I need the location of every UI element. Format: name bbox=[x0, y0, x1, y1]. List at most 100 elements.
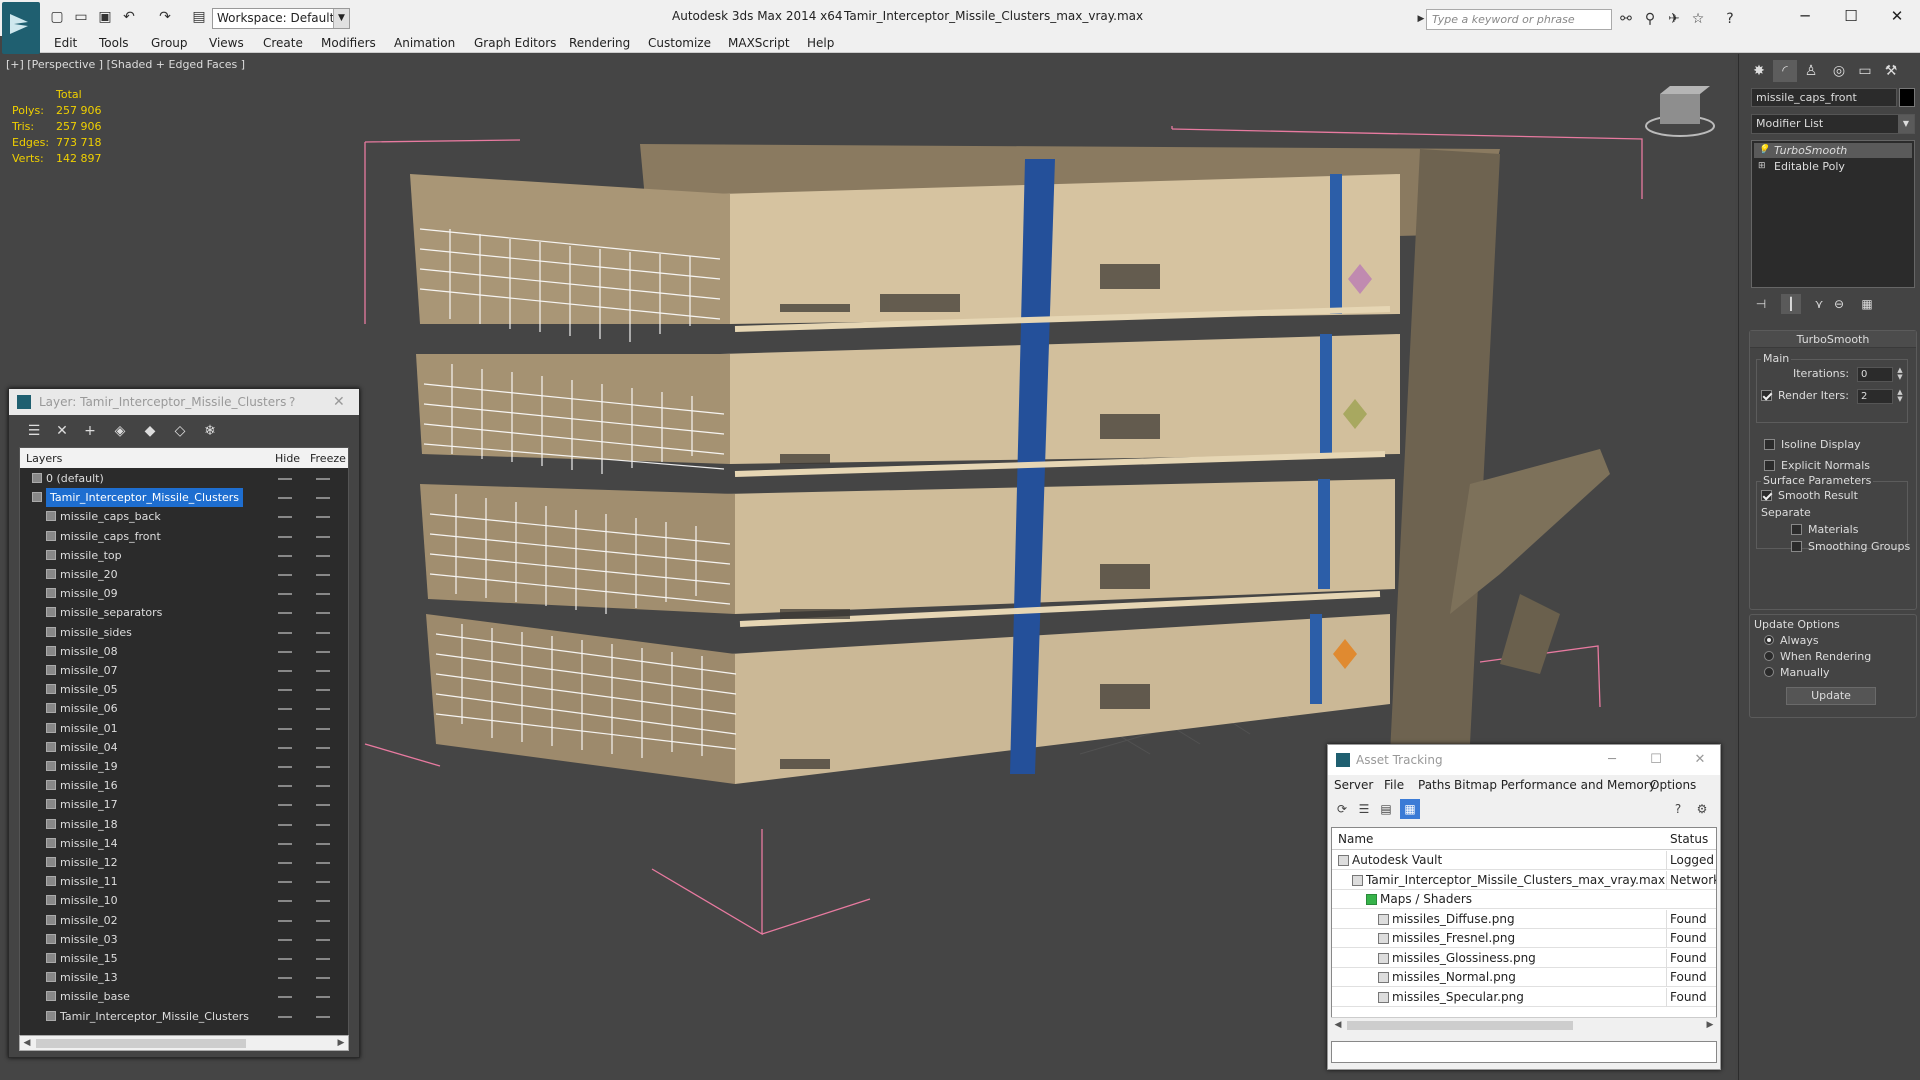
freeze-toggle[interactable] bbox=[316, 497, 330, 500]
menu-paths[interactable]: Paths bbox=[1418, 778, 1451, 792]
hide-toggle[interactable] bbox=[278, 938, 292, 941]
column-hide[interactable]: Hide bbox=[275, 452, 300, 465]
smooth-result-checkbox[interactable] bbox=[1761, 490, 1772, 501]
show-end-result-icon[interactable]: ┃ bbox=[1781, 294, 1801, 314]
favorites-star-icon[interactable]: ☆ bbox=[1688, 9, 1708, 29]
asset-horizontal-scrollbar[interactable]: ◀ ▶ bbox=[1331, 1017, 1717, 1033]
materials-checkbox[interactable] bbox=[1791, 524, 1802, 535]
layer-row[interactable]: missile_02 bbox=[20, 911, 348, 930]
spinner-arrows-icon[interactable]: ▲ ▼ bbox=[1895, 367, 1905, 382]
maximize-button[interactable]: ☐ bbox=[1634, 745, 1678, 775]
freeze-toggle[interactable] bbox=[316, 938, 330, 941]
layer-row[interactable]: missile_09 bbox=[20, 584, 348, 603]
stack-item-editable-poly[interactable]: ⊞ Editable Poly bbox=[1754, 159, 1912, 174]
layer-row[interactable]: missile_top bbox=[20, 546, 348, 565]
hide-toggle[interactable] bbox=[278, 593, 292, 596]
menu-help[interactable]: Help bbox=[807, 36, 834, 50]
layer-row[interactable]: Tamir_Interceptor_Missile_Clusters bbox=[20, 1007, 348, 1026]
viewcube[interactable] bbox=[1645, 86, 1715, 137]
hide-toggle[interactable] bbox=[278, 554, 292, 557]
column-status[interactable]: Status bbox=[1670, 832, 1708, 846]
freeze-toggle[interactable] bbox=[316, 842, 330, 845]
render-iters-row[interactable]: Render Iters: bbox=[1761, 388, 1849, 404]
layers-horizontal-scrollbar[interactable]: ◀ ▶ bbox=[19, 1035, 349, 1051]
freeze-toggle[interactable] bbox=[316, 804, 330, 807]
list-view-icon[interactable]: ☰ bbox=[1354, 799, 1374, 819]
hide-toggle[interactable] bbox=[278, 1015, 292, 1018]
always-radio-row[interactable]: Always bbox=[1764, 633, 1819, 649]
asset-row[interactable]: Autodesk Vault Logged Out bbox=[1332, 851, 1716, 870]
subscription-icon[interactable]: ⚲ bbox=[1640, 9, 1660, 29]
open-file-icon[interactable]: ▭ bbox=[72, 8, 90, 26]
table-view-icon[interactable]: ▦ bbox=[1400, 799, 1420, 819]
menu-maxscript[interactable]: MAXScript bbox=[728, 36, 790, 50]
spinner-arrows-icon[interactable]: ▲ ▼ bbox=[1895, 389, 1905, 404]
stack-item-turbosmooth[interactable]: 💡 TurboSmooth bbox=[1754, 143, 1912, 158]
freeze-toggle[interactable] bbox=[316, 746, 330, 749]
smoothing-groups-row[interactable]: Smoothing Groups bbox=[1791, 539, 1910, 555]
layer-row[interactable]: missile_03 bbox=[20, 930, 348, 949]
delete-layer-icon[interactable]: ✕ bbox=[51, 421, 73, 441]
new-layer-icon[interactable]: ☰ bbox=[23, 421, 45, 441]
explicit-normals-checkbox[interactable] bbox=[1764, 460, 1775, 471]
hide-toggle[interactable] bbox=[278, 919, 292, 922]
asset-row[interactable]: missiles_Normal.png Found bbox=[1332, 968, 1716, 987]
asset-row[interactable]: missiles_Glossiness.png Found bbox=[1332, 948, 1716, 968]
isoline-display-checkbox[interactable] bbox=[1764, 439, 1775, 450]
menu-edit[interactable]: Edit bbox=[54, 36, 77, 50]
manually-radio-row[interactable]: Manually bbox=[1764, 665, 1830, 681]
settings-icon[interactable]: ⚙ bbox=[1692, 799, 1712, 819]
isoline-display-row[interactable]: Isoline Display bbox=[1764, 437, 1861, 453]
layer-row[interactable]: missile_13 bbox=[20, 968, 348, 987]
minimize-button[interactable]: ─ bbox=[1782, 4, 1828, 28]
close-button[interactable]: ✕ bbox=[1678, 745, 1722, 775]
hide-toggle[interactable] bbox=[278, 746, 292, 749]
asset-row[interactable]: missiles_Fresnel.png Found bbox=[1332, 929, 1716, 948]
freeze-toggle[interactable] bbox=[316, 977, 330, 980]
freeze-toggle[interactable] bbox=[316, 689, 330, 692]
menu-tools[interactable]: Tools bbox=[99, 36, 129, 50]
menu-graph-editors[interactable]: Graph Editors bbox=[474, 36, 556, 50]
save-file-icon[interactable]: ▣ bbox=[96, 8, 114, 26]
hide-toggle[interactable] bbox=[278, 497, 292, 500]
freeze-all-layers-icon[interactable]: ❄ bbox=[199, 421, 221, 441]
freeze-toggle[interactable] bbox=[316, 727, 330, 730]
layer-row[interactable]: missile_18 bbox=[20, 815, 348, 834]
hide-toggle[interactable] bbox=[278, 977, 292, 980]
layer-row[interactable]: missile_05 bbox=[20, 680, 348, 699]
hide-toggle[interactable] bbox=[278, 996, 292, 999]
freeze-toggle[interactable] bbox=[316, 554, 330, 557]
object-name-field[interactable]: missile_caps_front bbox=[1751, 88, 1897, 107]
explicit-normals-row[interactable]: Explicit Normals bbox=[1764, 458, 1870, 474]
freeze-toggle[interactable] bbox=[316, 516, 330, 519]
menu-modifiers[interactable]: Modifiers bbox=[321, 36, 376, 50]
render-iters-spinner[interactable]: 2 bbox=[1857, 389, 1893, 404]
freeze-toggle[interactable] bbox=[316, 996, 330, 999]
when-rendering-radio[interactable] bbox=[1764, 651, 1774, 661]
modify-tab-icon[interactable]: ◜ bbox=[1773, 60, 1797, 82]
hide-toggle[interactable] bbox=[278, 804, 292, 807]
layer-row[interactable]: missile_15 bbox=[20, 949, 348, 968]
hide-toggle[interactable] bbox=[278, 708, 292, 711]
layer-row[interactable]: missile_19 bbox=[20, 757, 348, 776]
manually-radio[interactable] bbox=[1764, 667, 1774, 677]
redo-icon[interactable]: ↷ bbox=[156, 8, 174, 26]
hide-toggle[interactable] bbox=[278, 766, 292, 768]
freeze-toggle[interactable] bbox=[316, 1015, 330, 1018]
help-icon[interactable]: ? bbox=[1720, 9, 1740, 29]
help-icon[interactable]: ? bbox=[1668, 799, 1688, 819]
freeze-toggle[interactable] bbox=[316, 574, 330, 576]
menu-file[interactable]: File bbox=[1384, 778, 1404, 792]
freeze-toggle[interactable] bbox=[316, 612, 330, 615]
layer-row[interactable]: missile_17 bbox=[20, 795, 348, 814]
layer-row[interactable]: 0 (default) bbox=[20, 469, 348, 488]
hide-toggle[interactable] bbox=[278, 862, 292, 864]
hide-toggle[interactable] bbox=[278, 958, 292, 960]
always-radio[interactable] bbox=[1764, 635, 1774, 645]
hide-all-layers-icon[interactable]: ◇ bbox=[169, 421, 191, 441]
iterations-spinner[interactable]: 0 bbox=[1857, 367, 1893, 382]
minimize-button[interactable]: ─ bbox=[1590, 745, 1634, 775]
layer-row[interactable]: missile_11 bbox=[20, 872, 348, 891]
hide-toggle[interactable] bbox=[278, 631, 292, 634]
menu-server[interactable]: Server bbox=[1334, 778, 1373, 792]
